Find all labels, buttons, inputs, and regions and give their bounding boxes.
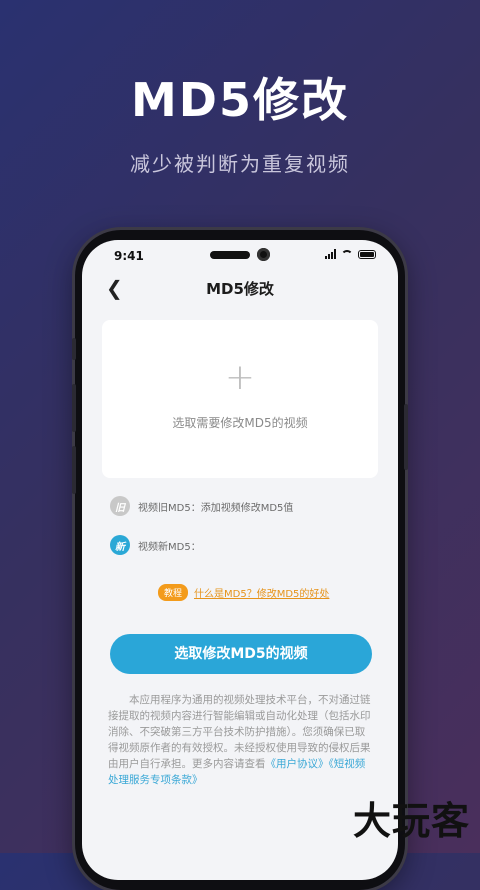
wifi-icon [341, 249, 353, 259]
phone-side-button [72, 446, 76, 494]
nav-bar: ❮ MD5修改 [82, 270, 398, 306]
plus-icon: + [224, 357, 256, 398]
phone-side-button [72, 384, 76, 432]
new-md5-row: 新 视频新MD5： [110, 535, 201, 555]
hero-subtitle: 减少被判断为重复视频 [130, 152, 350, 176]
status-bar: 9:41 [82, 240, 398, 270]
phone-screen: 9:41 ❮ MD5修改 + 选取需要修改MD5的视频 旧 视频旧MD5：添加视… [82, 240, 398, 880]
tutorial-link[interactable]: 什么是MD5？修改MD5的好处 [194, 585, 329, 600]
watermark-logo: 大玩客 [352, 798, 470, 843]
status-icons [325, 249, 376, 259]
hero-title: MD5修改 [131, 73, 349, 127]
picker-label: 选取需要修改MD5的视频 [172, 416, 308, 430]
speaker-notch [210, 251, 250, 259]
disclaimer-text: 本应用程序为通用的视频处理技术平台，不对通过链接提取的视频内容进行智能编辑或自动… [108, 692, 374, 788]
old-md5-text: 视频旧MD5：添加视频修改MD5值 [138, 502, 294, 514]
new-badge-icon: 新 [110, 535, 130, 555]
old-badge-icon: 旧 [110, 496, 130, 516]
old-md5-row: 旧 视频旧MD5：添加视频修改MD5值 [110, 496, 293, 516]
tutorial-row: 教程 什么是MD5？修改MD5的好处 [158, 584, 329, 601]
new-md5-text: 视频新MD5： [138, 541, 201, 553]
page-title: MD5修改 [206, 280, 274, 298]
status-time: 9:41 [114, 249, 144, 263]
camera-icon [257, 248, 270, 261]
video-picker[interactable]: + 选取需要修改MD5的视频 [102, 320, 378, 478]
select-video-button[interactable]: 选取修改MD5的视频 [110, 634, 372, 674]
phone-side-button [404, 404, 408, 470]
battery-icon [358, 249, 376, 259]
signal-icon [325, 249, 336, 259]
tutorial-badge: 教程 [158, 584, 189, 601]
phone-side-button [72, 338, 76, 360]
user-agreement-link[interactable]: 《用户协议》 [266, 758, 329, 770]
